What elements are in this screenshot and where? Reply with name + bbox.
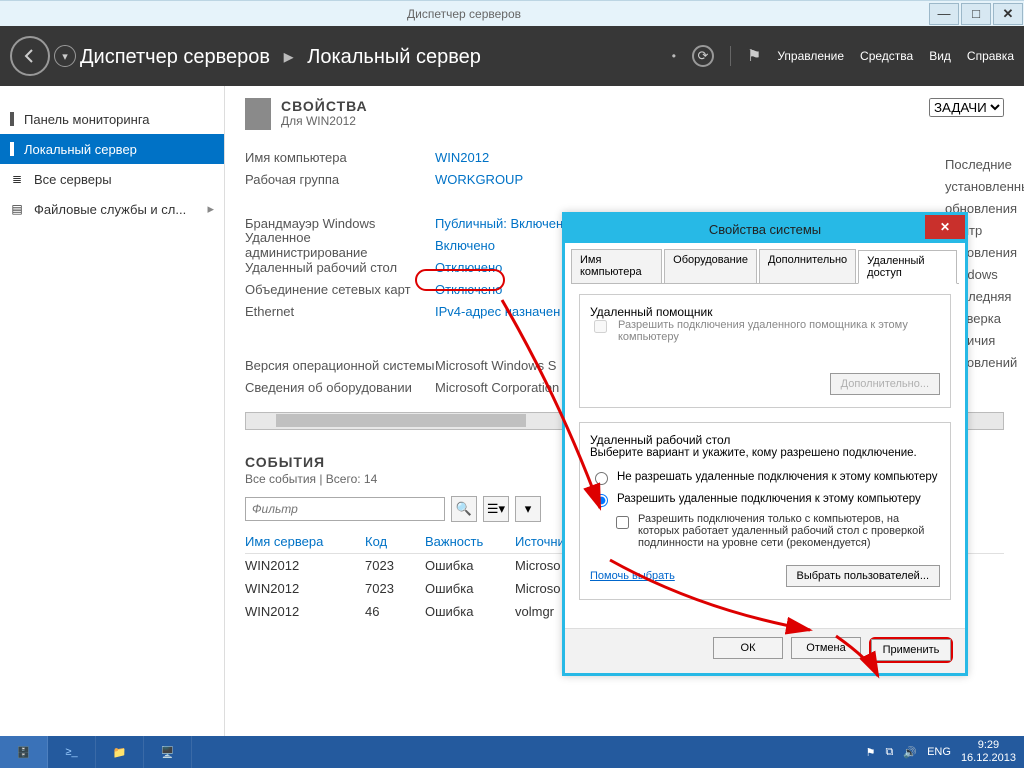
prop-workgroup-label: Рабочая группа [245, 172, 435, 187]
back-button[interactable] [10, 36, 50, 76]
tab-hardware[interactable]: Оборудование [664, 249, 757, 283]
close-button[interactable]: ✕ [993, 3, 1023, 25]
minimize-button[interactable]: — [929, 3, 959, 25]
tray-flag-icon[interactable]: ⚑ [866, 746, 876, 759]
tray-clock[interactable]: 9:29 16.12.2013 [961, 739, 1016, 765]
dashboard-icon [10, 112, 14, 126]
history-dropdown[interactable]: ▾ [54, 45, 76, 67]
scrollbar-thumb[interactable] [276, 414, 526, 427]
prop-computer-label: Имя компьютера [245, 150, 435, 165]
folder-icon: 📁 [113, 746, 127, 759]
window-title: Диспетчер серверов [0, 7, 928, 21]
server-icon [10, 142, 14, 156]
nla-checkbox[interactable] [616, 516, 629, 529]
ok-button[interactable]: ОК [713, 637, 783, 659]
taskbar[interactable]: 🗄️ ≥_ 📁 🖥️ ⚑ ⧉ 🔊 ENG 9:29 16.12.2013 [0, 736, 1024, 768]
prop-nic-label: Объединение сетевых карт [245, 282, 435, 297]
maximize-button[interactable]: □ [961, 3, 991, 25]
tasks-dropdown[interactable]: ЗАДАЧИ [929, 98, 1004, 117]
window-titlebar: Диспетчер серверов — □ ✕ [0, 0, 1024, 26]
prop-hw-label: Сведения об оборудовании [245, 380, 435, 395]
prop-hw-value: Microsoft Corporation [435, 380, 559, 395]
prop-firewall-label: Брандмауэр Windows [245, 216, 435, 231]
radio-deny-connections[interactable] [595, 472, 608, 485]
prop-nic-value[interactable]: Отключено [435, 282, 502, 297]
taskbar-powershell[interactable]: ≥_ [48, 736, 96, 768]
remote-desktop-legend: Удаленный рабочий стол [590, 433, 940, 447]
remote-assistance-legend: Удаленный помощник [590, 305, 940, 319]
prop-remote-admin-value[interactable]: Включено [435, 238, 495, 253]
cancel-button[interactable]: Отмена [791, 637, 861, 659]
dialog-close-button[interactable]: ✕ [925, 215, 965, 239]
prop-os-value: Microsoft Windows S [435, 358, 556, 373]
apply-button[interactable]: Применить [871, 639, 951, 661]
tray-language[interactable]: ENG [927, 746, 951, 758]
prop-ethernet-label: Ethernet [245, 304, 435, 319]
flag-icon[interactable]: ⚑ [747, 46, 761, 66]
rdp-hint: Выберите вариант и укажите, кому разреше… [590, 447, 940, 459]
filter-tags-button[interactable]: ▾ [515, 496, 541, 522]
tab-advanced[interactable]: Дополнительно [759, 249, 856, 283]
nav-all-servers[interactable]: ≣Все серверы [0, 164, 224, 194]
chevron-right-icon: ▸ [207, 201, 214, 217]
menu-tools[interactable]: Средства [860, 49, 913, 63]
menu-view[interactable]: Вид [929, 49, 951, 63]
dialog-title: Свойства системы [709, 222, 821, 237]
breadcrumb-root[interactable]: Диспетчер серверов [80, 46, 270, 68]
system-properties-dialog: Свойства системы ✕ Имя компьютера Оборуд… [562, 212, 968, 676]
app-icon: 🖥️ [161, 746, 175, 759]
menu-help[interactable]: Справка [967, 49, 1014, 63]
prop-workgroup-value[interactable]: WORKGROUP [435, 172, 523, 187]
advanced-button: Дополнительно... [830, 373, 940, 395]
select-users-button[interactable]: Выбрать пользователей... [786, 565, 941, 587]
nav-file-services[interactable]: ▤Файловые службы и сл...▸ [0, 194, 224, 224]
tab-remote-access[interactable]: Удаленный доступ [858, 250, 957, 284]
tray-sound-icon[interactable]: 🔊 [903, 746, 917, 759]
remote-assistance-group: Удаленный помощник Разрешить подключения… [579, 294, 951, 408]
prop-firewall-value[interactable]: Публичный: Включено [435, 216, 570, 231]
filter-options-button[interactable]: ☰▾ [483, 496, 509, 522]
server-manager-icon: 🗄️ [17, 746, 31, 759]
events-filter-input[interactable] [245, 497, 445, 521]
refresh-icon[interactable]: ⟳ [692, 45, 714, 67]
prop-ethernet-value[interactable]: IPv4-адрес назначен [435, 304, 560, 319]
prop-remote-admin-label: Удаленное администрирование [245, 230, 435, 260]
nav-dashboard[interactable]: Панель мониторинга [0, 104, 224, 134]
powershell-icon: ≥_ [65, 746, 77, 758]
properties-subheading: Для WIN2012 [281, 114, 368, 128]
prop-os-label: Версия операционной системы [245, 358, 435, 373]
remote-desktop-group: Удаленный рабочий стол Выберите вариант … [579, 422, 951, 600]
dialog-titlebar[interactable]: Свойства системы ✕ [565, 215, 965, 243]
left-nav: Панель мониторинга Локальный сервер ≣Все… [0, 86, 225, 736]
tray-network-icon[interactable]: ⧉ [886, 746, 894, 759]
nav-local-server[interactable]: Локальный сервер [0, 134, 224, 164]
breadcrumb: Диспетчер серверов ▸ Локальный сервер [80, 44, 672, 69]
radio-allow-connections[interactable] [595, 494, 608, 507]
tab-computer-name[interactable]: Имя компьютера [571, 249, 662, 283]
properties-tile-icon [245, 98, 271, 130]
properties-heading: СВОЙСТВА [281, 98, 368, 114]
chevron-right-icon: ▸ [284, 46, 294, 68]
prop-rdp-label: Удаленный рабочий стол [245, 260, 435, 275]
taskbar-explorer[interactable]: 📁 [96, 736, 144, 768]
prop-computer-value[interactable]: WIN2012 [435, 150, 489, 165]
remote-assistance-checkbox [594, 320, 607, 333]
prop-rdp-value[interactable]: Отключено [435, 260, 502, 275]
help-choose-link[interactable]: Помочь выбрать [590, 570, 675, 582]
ribbon-bar: ▾ Диспетчер серверов ▸ Локальный сервер … [0, 26, 1024, 86]
taskbar-app[interactable]: 🖥️ [144, 736, 192, 768]
search-icon[interactable]: 🔍 [451, 496, 477, 522]
breadcrumb-page: Локальный сервер [307, 46, 481, 68]
files-icon: ▤ [10, 202, 24, 216]
servers-icon: ≣ [10, 172, 24, 186]
taskbar-server-manager[interactable]: 🗄️ [0, 736, 48, 768]
menu-manage[interactable]: Управление [777, 49, 844, 63]
